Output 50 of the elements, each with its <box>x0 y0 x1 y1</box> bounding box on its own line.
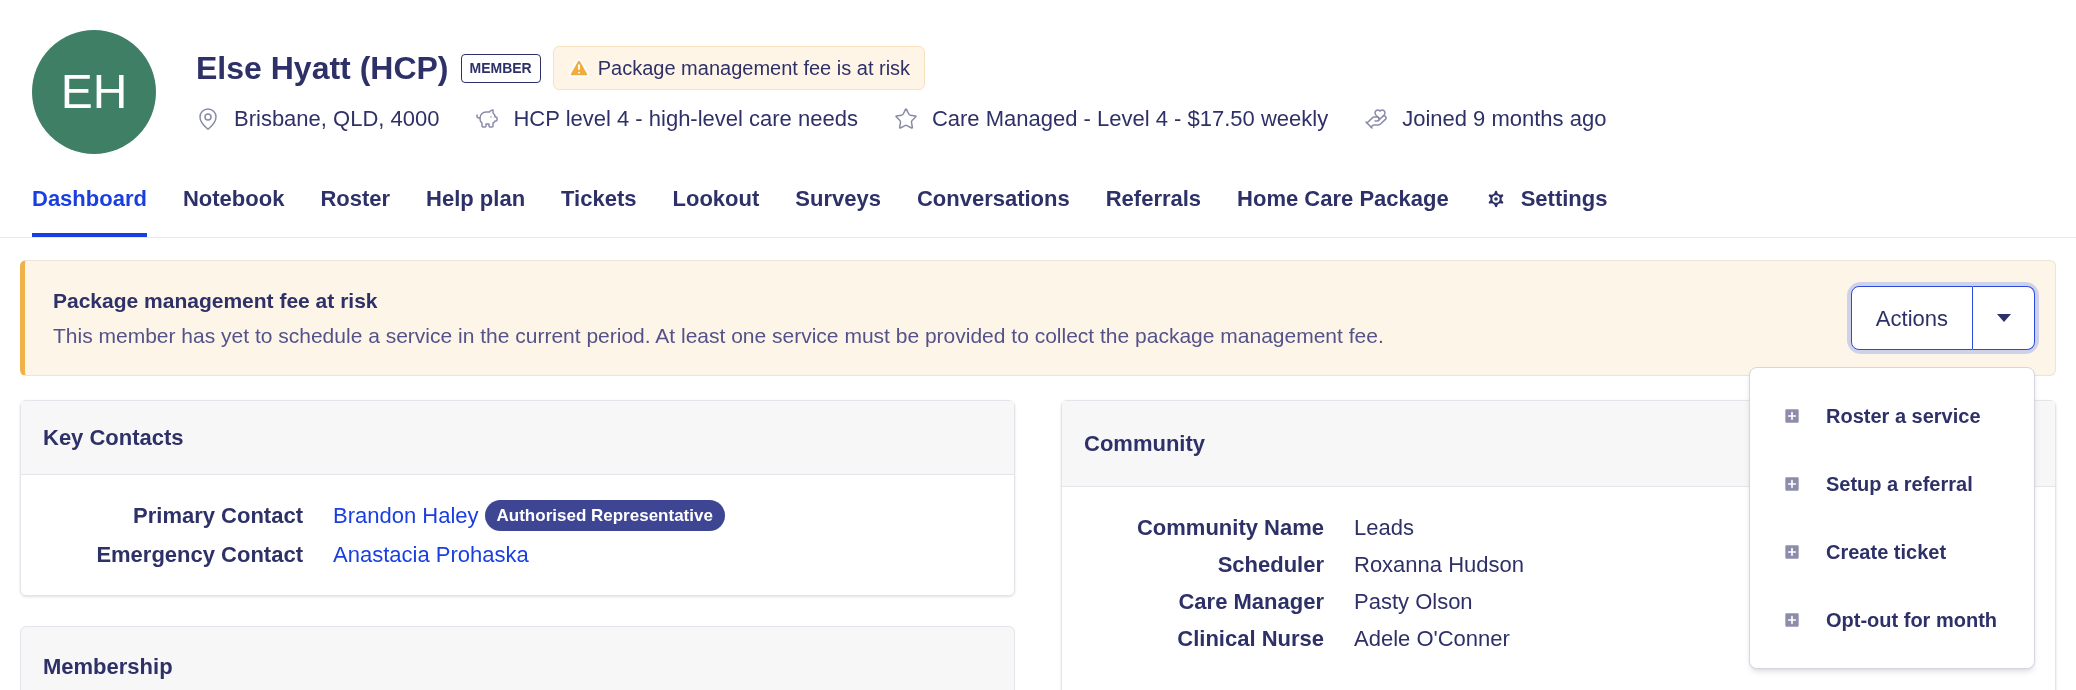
menu-item[interactable]: Opt-out for month <box>1750 586 2034 654</box>
nav-tab[interactable]: Tickets <box>561 176 637 237</box>
role-tag: Authorised Representative <box>484 499 725 532</box>
nav-tab[interactable]: Dashboard <box>32 176 147 237</box>
profile-detail: HCP level 4 - high-level care needs <box>513 105 858 133</box>
actions-button[interactable]: Actions <box>1850 286 1973 350</box>
warning-icon <box>567 57 590 79</box>
star-icon <box>893 106 918 131</box>
field-value: Leads <box>1354 514 1414 542</box>
nav-tab[interactable]: Surveys <box>795 176 881 237</box>
plus-icon <box>1782 406 1802 426</box>
field-label: Community Name <box>1135 514 1324 542</box>
nav-tab[interactable]: Settings <box>1484 176 1608 237</box>
menu-item[interactable]: Create ticket <box>1750 518 2034 586</box>
contact-link[interactable]: Brandon Haley <box>333 499 479 532</box>
piggy-bank-icon <box>475 106 500 131</box>
nav-tab[interactable]: Roster <box>320 176 391 237</box>
profile-detail: Care Managed - Level 4 - $17.50 weekly <box>931 105 1329 133</box>
field-label: Care Manager <box>1177 588 1324 616</box>
plus-icon <box>1782 474 1802 494</box>
nav-tab[interactable]: Help plan <box>426 176 526 237</box>
plus-icon <box>1782 610 1802 630</box>
field-label: Primary Contact <box>132 502 303 530</box>
avatar: EH <box>32 30 156 154</box>
hand-heart-icon <box>1364 106 1389 131</box>
member-badge: MEMBER <box>460 53 541 83</box>
nav-tab[interactable]: Referrals <box>1105 176 1202 237</box>
nav-tab[interactable]: Home Care Package <box>1237 176 1449 237</box>
field-value: Adele O'Conner <box>1354 625 1510 653</box>
caret-icon <box>1996 314 2011 322</box>
alert-title: Package management fee at risk <box>53 287 379 314</box>
alert-message: This member has yet to schedule a service in the current period. At least one service must be provided to collect the package management fee. <box>53 323 1384 349</box>
plus-icon <box>1782 542 1802 562</box>
warning-badge: Package management fee is at risk <box>552 46 926 90</box>
field-label: Emergency Contact <box>95 541 303 569</box>
field-label: Scheduler <box>1216 551 1324 579</box>
profile-detail: Joined 9 months ago <box>1402 105 1607 133</box>
nav-tab[interactable]: Lookout <box>672 176 760 237</box>
profile-detail: Brisbane, QLD, 4000 <box>234 105 440 133</box>
dropdown-toggle[interactable] <box>1973 286 2035 350</box>
map-pin-icon <box>196 106 220 131</box>
member-name: Else Hyatt (HCP) <box>196 49 449 88</box>
card-header: Key Contacts <box>21 401 1014 475</box>
nav-tab[interactable]: Conversations <box>916 176 1070 237</box>
contact-link[interactable]: Anastacia Prohaska <box>333 538 529 571</box>
field-value: Pasty Olson <box>1354 588 1473 616</box>
field-label: Clinical Nurse <box>1176 625 1324 653</box>
card-title: Membership <box>43 652 173 681</box>
field-value: Roxanna Hudson <box>1354 551 1524 579</box>
nav-tab[interactable]: Notebook <box>182 176 285 237</box>
